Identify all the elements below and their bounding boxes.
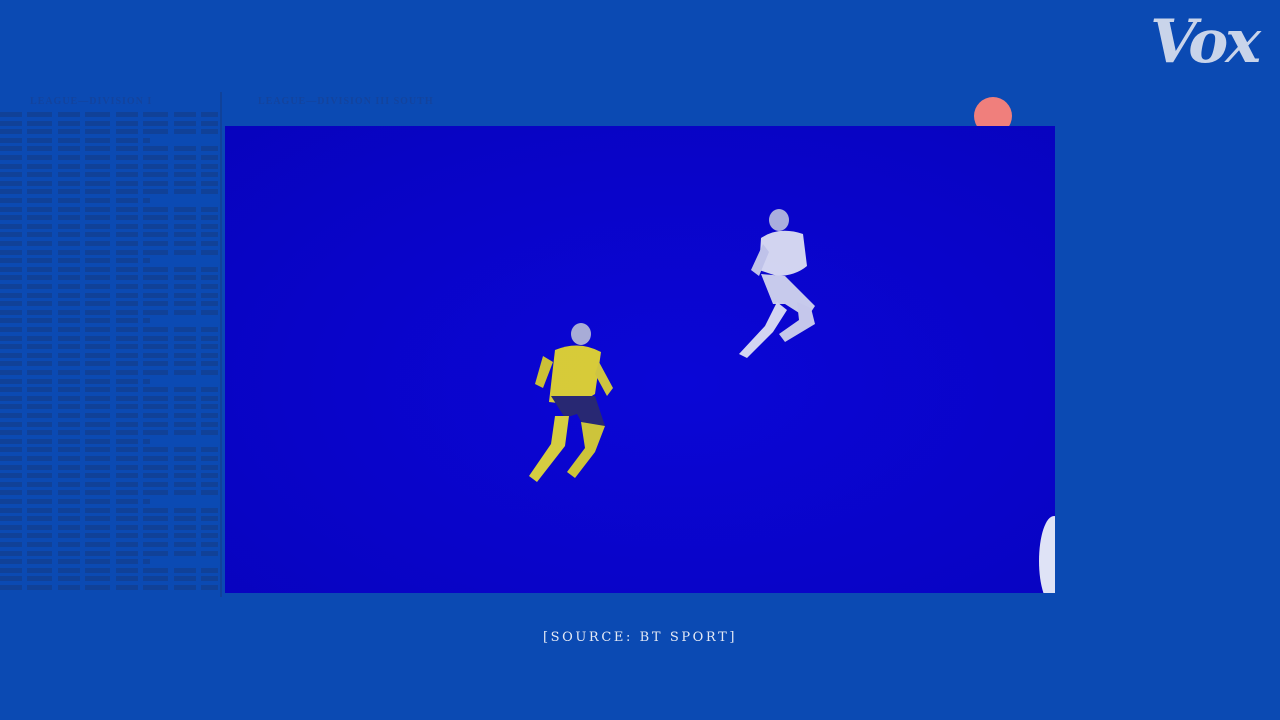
newsprint-text-row	[0, 499, 150, 504]
newsprint-text-row	[0, 180, 218, 186]
newsprint-heading-2: LEAGUE—DIVISION III SOUTH	[258, 96, 434, 107]
newsprint-text-row	[0, 585, 218, 590]
newsprint-text-row	[0, 120, 218, 126]
newsprint-text-row	[0, 490, 218, 496]
newsprint-text-row	[0, 155, 218, 160]
newsprint-text-row	[0, 266, 218, 272]
source-caption: [SOURCE: BT SPORT]	[542, 630, 738, 645]
newsprint-text-row	[0, 404, 218, 410]
video-still	[225, 126, 1055, 593]
newsprint-text-row	[0, 129, 218, 135]
newsprint-text-row	[0, 421, 218, 427]
newsprint-text-row	[0, 464, 218, 470]
players-illustration	[529, 209, 815, 482]
newsprint-text-row	[0, 413, 218, 418]
newsprint-text-row	[0, 232, 218, 238]
newsprint-text-row	[0, 335, 218, 341]
newsprint-text-row	[0, 189, 218, 195]
newsprint-heading-1: LEAGUE—DIVISION I	[30, 96, 153, 107]
newsprint-text-row	[0, 284, 218, 289]
newsprint-text-row	[0, 378, 150, 384]
newsprint-text-row	[0, 567, 218, 573]
newsprint-text-row	[0, 361, 218, 367]
newsprint-text-row	[0, 352, 218, 358]
newsprint-text-row	[0, 249, 218, 255]
newsprint-text-row	[0, 275, 218, 281]
newsprint-text-row	[0, 524, 218, 530]
newsprint-text-row	[0, 301, 218, 307]
newsprint-column-rule	[220, 92, 222, 597]
newsprint-text-row	[0, 137, 150, 143]
vox-logo: Vox	[1150, 7, 1261, 77]
newsprint-text-row	[0, 430, 218, 436]
newsprint-text-row	[0, 516, 218, 522]
newsprint-text-row	[0, 387, 218, 393]
newsprint-text-row	[0, 344, 218, 350]
video-frame: LEAGUE—DIVISION I LEAGUE—DIVISION III SO…	[0, 0, 1280, 720]
newsprint-text-row	[0, 473, 218, 479]
newsprint-text-row	[0, 318, 150, 324]
newsprint-text-row	[0, 370, 218, 375]
white-player	[739, 209, 815, 358]
newsprint-text-row	[0, 258, 150, 264]
newsprint-text-row	[0, 395, 218, 401]
newsprint-text-row	[0, 456, 218, 461]
newsprint-text-row	[0, 206, 218, 212]
yellow-player	[529, 323, 613, 482]
newsprint-text-row	[0, 550, 218, 556]
newsprint-text-row	[0, 327, 218, 332]
newsprint-text-row	[0, 447, 218, 453]
newsprint-text-row	[0, 481, 218, 487]
newsprint-text-row	[0, 163, 218, 169]
newsprint-text-row	[0, 241, 218, 246]
newsprint-text-row	[0, 172, 218, 178]
newsprint-text-row	[0, 292, 218, 298]
newsprint-text-row	[0, 309, 218, 315]
newsprint-text-row	[0, 198, 150, 203]
newsprint-text-row	[0, 438, 150, 444]
newsprint-text-row	[0, 146, 218, 152]
newsprint-text-row	[0, 507, 218, 513]
newsprint-text-row	[0, 576, 218, 582]
newsprint-text-row	[0, 215, 218, 221]
newsprint-text-row	[0, 112, 218, 117]
newsprint-text-row	[0, 533, 218, 539]
newsprint-text-row	[0, 223, 218, 229]
newsprint-text-row	[0, 559, 150, 565]
newsprint-text-row	[0, 542, 218, 547]
